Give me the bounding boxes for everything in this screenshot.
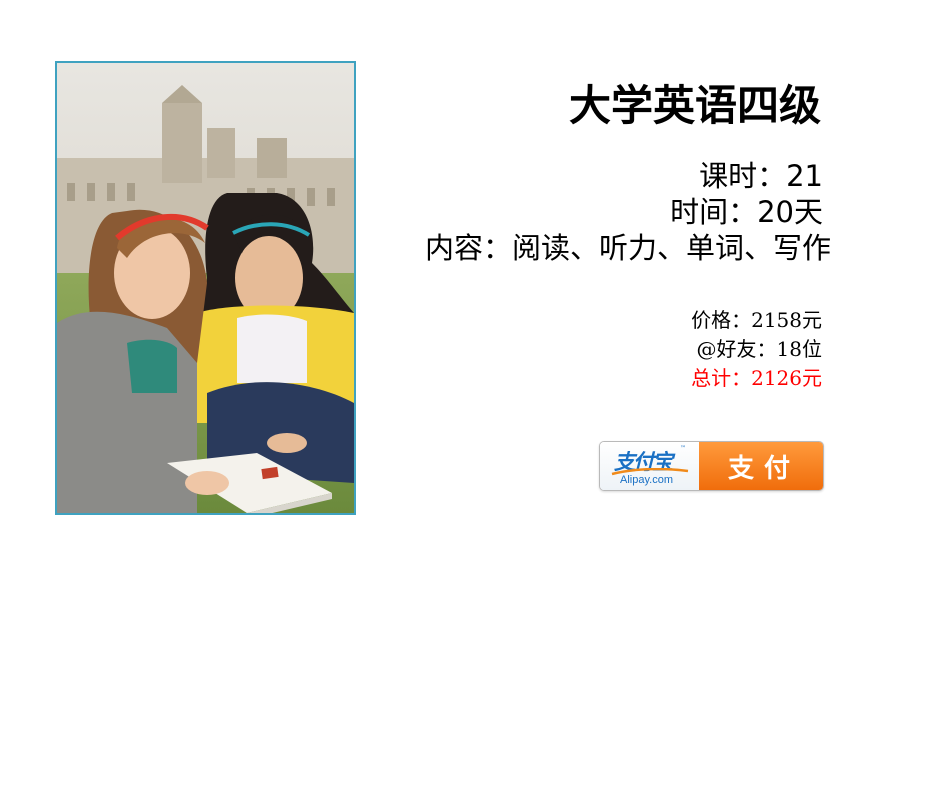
pricing-summary: 价格：2158元 @好友：18位 总计：2126元 [691,306,822,393]
course-duration: 时间：20天 [670,195,823,229]
total-price: 总计：2126元 [691,366,822,390]
course-content: 内容：阅读、听力、单词、写作 [424,231,831,265]
friends-count: @好友：18位 [696,337,822,361]
price-label: 价格：2158元 [691,308,822,332]
alipay-logo-url: Alipay.com [620,474,673,486]
trademark-mark: ™ [680,445,686,452]
course-title: 大学英语四级 [568,81,821,130]
course-photo [55,61,356,515]
alipay-pay-button[interactable]: 支付宝 ™ Alipay.com 支付 [599,441,824,491]
alipay-logo-icon: 支付宝 ™ Alipay.com [600,442,699,490]
students-reading-image [57,63,354,513]
course-hours: 课时：21 [699,159,823,193]
course-info: 课时：21 时间：20天 内容：阅读、听力、单词、写作 [425,158,831,266]
pay-button-label: 支付 [699,442,823,490]
